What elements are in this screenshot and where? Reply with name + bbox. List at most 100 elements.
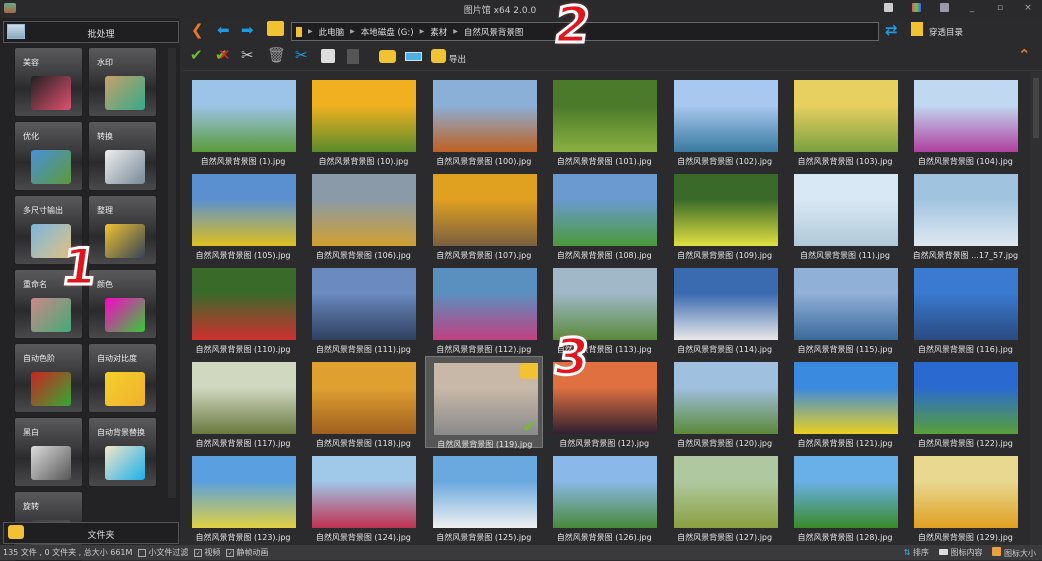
copy-icon[interactable] [321, 49, 335, 63]
palette-icon[interactable] [910, 3, 922, 15]
tool-button[interactable]: 颜色 [88, 269, 157, 339]
thumbnail-item[interactable]: 自然风景背景图 (111).jpg [304, 262, 422, 354]
thumbnail-item[interactable]: 自然风景背景图 (128).jpg [786, 450, 904, 542]
back-arrow-icon[interactable]: ⬅ [217, 20, 230, 40]
thumbnail-item[interactable]: 自然风景背景图 (106).jpg [304, 168, 422, 260]
rotate-icon[interactable] [519, 363, 538, 379]
minimize-button[interactable]: _ [966, 3, 978, 15]
breadcrumb-item[interactable]: 此电脑 [319, 26, 345, 38]
thumbnail-item[interactable]: 自然风景背景图 (116).jpg [906, 262, 1024, 354]
refresh-icon[interactable]: ⇄ [885, 20, 898, 40]
thumbnail-item[interactable]: 自然风景背景图 (102).jpg [666, 74, 784, 166]
tree-folder-icon[interactable] [911, 22, 923, 36]
tool-icon [31, 372, 71, 406]
scrollbar-thumb[interactable] [1033, 78, 1039, 138]
thumbnail-item[interactable]: 自然风景背景图 (124).jpg [304, 450, 422, 542]
thumbnail-item[interactable]: 自然风景背景图 (108).jpg [545, 168, 663, 260]
icon-content-button[interactable]: 图标内容 [938, 547, 982, 559]
batch-header[interactable]: 批处理 [3, 21, 179, 43]
thumbnail-item[interactable]: 自然风景背景图 (114).jpg [666, 262, 784, 354]
small-file-filter-label: 小文件过滤 [148, 548, 189, 557]
thumbnail-item[interactable]: 自然风景背景图 (126).jpg [545, 450, 663, 542]
new-folder-icon[interactable] [379, 50, 396, 63]
forward-arrow-icon[interactable]: ➡ [241, 20, 254, 40]
tool-button[interactable]: 美容 [14, 47, 83, 117]
cut-scissors-icon[interactable]: ✂ [295, 45, 308, 65]
export-button[interactable]: 导出 [449, 53, 466, 65]
deselect-icon[interactable]: ✔ ✕ [215, 45, 231, 65]
thumbnail-image [553, 80, 658, 152]
thumbnail-filename: 自然风景背景图 (105).jpg [195, 251, 291, 260]
tool-button[interactable]: 自动对比度 [88, 343, 157, 413]
thumbnail-item[interactable]: 自然风景背景图 (105).jpg [184, 168, 302, 260]
thumbnail-item[interactable]: 自然风景背景图 (110).jpg [184, 262, 302, 354]
tool-button[interactable]: 转换 [88, 121, 157, 191]
thumbnail-item[interactable]: 自然风景背景图 (103).jpg [786, 74, 904, 166]
delete-trash-icon[interactable]: 🗑 [267, 45, 286, 65]
thumbnail-item[interactable]: 自然风景背景图 (107).jpg [425, 168, 543, 260]
animation-checkbox[interactable]: ✓ 静帧动画 [226, 547, 268, 558]
thumbnail-item[interactable]: 自然风景背景图 (109).jpg [666, 168, 784, 260]
thumbnail-item[interactable]: 自然风景背景图 (119).jpg ✔ [424, 356, 543, 449]
through-directory-button[interactable]: 穿透目录 [929, 26, 963, 38]
thumbnail-item[interactable]: 自然风景背景图 (101).jpg [545, 74, 663, 166]
thumbnail-item[interactable]: 自然风景背景图 (112).jpg [425, 262, 543, 354]
video-checkbox[interactable]: ✓ 视频 [194, 547, 220, 558]
thumbnail-image [432, 174, 537, 246]
thumbnail-item[interactable]: 自然风景背景图 (10).jpg [304, 74, 422, 166]
thumbnail-item[interactable]: 自然风景背景图 (121).jpg [786, 356, 904, 448]
thumbnail-item[interactable]: 自然风景背景图 (129).jpg [906, 450, 1024, 542]
icon-size-button[interactable]: 图标大小 [992, 547, 1036, 559]
thumbnail-image [432, 456, 537, 528]
thumbnail-item[interactable]: 自然风景背景图 (125).jpg [425, 450, 543, 542]
thumbnail-image [673, 80, 778, 152]
back-chevron-icon[interactable]: ❮ [191, 20, 204, 40]
export-icon[interactable] [431, 49, 446, 63]
skin-icon[interactable] [882, 3, 894, 15]
thumbnail-item[interactable]: 自然风景背景图 (118).jpg [304, 356, 422, 448]
folder-button[interactable]: 文件夹 [3, 522, 179, 544]
thumbnail-image [914, 268, 1019, 340]
tool-label: 优化 [23, 132, 39, 141]
tools-icon[interactable]: ✂ [241, 45, 254, 65]
thumbnail-image [794, 362, 898, 434]
tool-label: 美容 [23, 58, 39, 67]
tool-button[interactable]: 自动背景替换 [88, 417, 157, 487]
paste-icon[interactable] [347, 49, 359, 64]
thumbnail-item[interactable]: 自然风景背景图 (1).jpg [184, 74, 302, 166]
sort-button[interactable]: ⇅ 排序 [904, 547, 929, 559]
selected-check-icon[interactable]: ✔ [522, 417, 535, 436]
tool-button[interactable]: 水印 [88, 47, 157, 117]
thumbnail-item[interactable]: 自然风景背景图 (120).jpg [666, 356, 784, 448]
tool-button[interactable]: 黑白 [14, 417, 83, 487]
tool-icon [31, 150, 71, 184]
grid-scrollbar[interactable] [1030, 72, 1042, 545]
thumbnail-item[interactable]: 自然风景背景图 (100).jpg [425, 74, 543, 166]
parent-folder-icon[interactable] [267, 21, 284, 36]
thumbnail-item[interactable]: 自然风景背景图 (11).jpg [786, 168, 904, 260]
breadcrumb-item[interactable]: 本地磁盘 (G:) [361, 26, 414, 38]
select-all-check-icon[interactable]: ✔ [190, 45, 203, 65]
thumbnail-item[interactable]: 自然风景背景图 (123).jpg [184, 450, 302, 542]
left-scrollbar[interactable] [168, 48, 176, 498]
close-button[interactable]: × [1022, 3, 1034, 15]
thumbnail-item[interactable]: 自然风景背景图 (104).jpg [906, 74, 1024, 166]
collapse-chevron-up-icon[interactable]: ⌃ [1018, 45, 1031, 65]
breadcrumb-item[interactable]: 素材 [430, 26, 447, 38]
thumbnail-grid: 自然风景背景图 (1).jpg 自然风景背景图 (10).jpg 自然风景背景图 (… [183, 72, 1029, 545]
thumbnail-image [192, 362, 296, 434]
thumbnail-item[interactable]: 自然风景背景图 ...17_57.jpg [906, 168, 1024, 260]
tool-icon [105, 446, 145, 480]
tool-button[interactable]: 优化 [14, 121, 83, 191]
breadcrumb-item[interactable]: 自然风景背景图 [464, 26, 524, 38]
thumbnail-image [192, 268, 296, 340]
tool-button[interactable]: 自动色阶 [14, 343, 83, 413]
small-file-filter-checkbox[interactable]: 小文件过滤 [138, 547, 188, 558]
thumbnail-item[interactable]: 自然风景背景图 (127).jpg [666, 450, 784, 542]
maximize-button[interactable]: ▫ [994, 3, 1006, 15]
thumbnail-item[interactable]: 自然风景背景图 (122).jpg [906, 356, 1024, 448]
monitor-icon[interactable] [938, 3, 950, 15]
thumbnail-item[interactable]: 自然风景背景图 (117).jpg [184, 356, 302, 448]
thumbnail-item[interactable]: 自然风景背景图 (115).jpg [786, 262, 904, 354]
slideshow-icon[interactable] [405, 52, 422, 61]
